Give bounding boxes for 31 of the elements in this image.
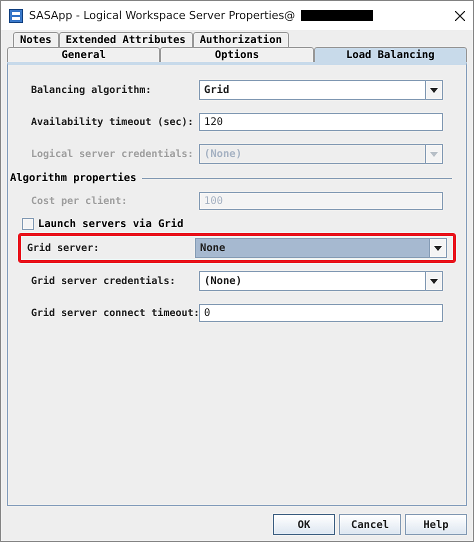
field-label: Grid server connect timeout: xyxy=(31,308,199,318)
dropdown-arrow-icon xyxy=(430,152,438,156)
tab[interactable]: Authorization xyxy=(192,32,289,47)
dialog-button[interactable]: OK xyxy=(273,514,335,535)
text-field[interactable]: 0 xyxy=(199,304,443,322)
field-label: Grid server credentials: xyxy=(31,276,176,286)
dropdown-field[interactable]: Grid xyxy=(199,80,443,100)
field-label: Logical server credentials: xyxy=(31,148,195,160)
app-icon xyxy=(9,8,23,22)
dropdown-arrow-icon xyxy=(430,278,438,284)
dropdown-field[interactable]: None xyxy=(195,238,447,258)
field-label: Cost per client: xyxy=(31,196,128,206)
field-label: Grid server: xyxy=(27,242,100,254)
dialog-button[interactable]: Help xyxy=(405,514,467,535)
tab[interactable]: Notes xyxy=(13,32,59,47)
field-label: Balancing algorithm: xyxy=(31,84,152,96)
dropdown-field[interactable]: (None) xyxy=(199,271,443,291)
dropdown-arrow-icon xyxy=(434,246,442,250)
text-field[interactable]: 120 xyxy=(199,113,443,131)
checkbox-label: Launch servers via Grid xyxy=(38,218,184,230)
tab[interactable]: Options xyxy=(160,47,314,62)
tab[interactable]: General xyxy=(7,47,160,62)
section-heading: Algorithm properties xyxy=(10,172,136,184)
close-icon[interactable] xyxy=(455,10,465,20)
tab[interactable]: Extended Attributes xyxy=(58,32,193,47)
dialog-button[interactable]: Cancel xyxy=(339,514,401,535)
tab[interactable]: Load Balancing xyxy=(314,47,467,62)
field-label: Availability timeout (sec): xyxy=(31,116,195,128)
dropdown-arrow-icon xyxy=(430,88,438,92)
checkbox[interactable] xyxy=(22,218,34,230)
window-title: SASApp - Logical Workspace Server Properties@ xyxy=(29,9,296,22)
